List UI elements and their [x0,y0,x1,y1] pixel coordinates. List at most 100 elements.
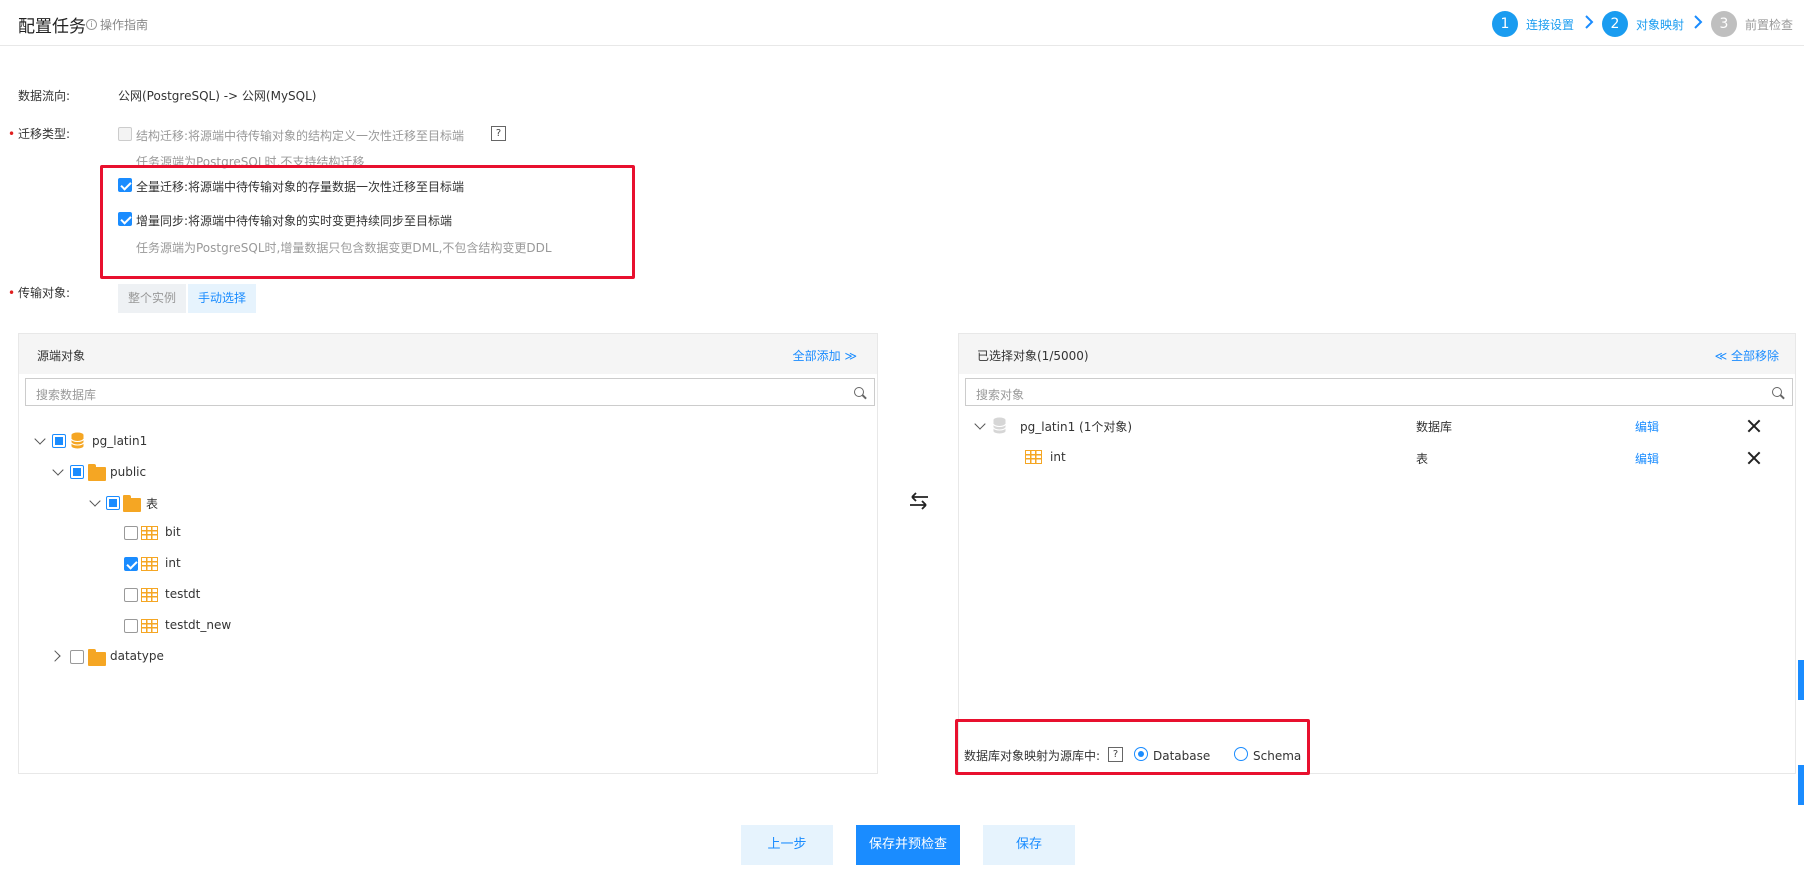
page-title: 配置任务 [18,17,86,37]
panel-header: 已选择对象(1/5000) ≪ 全部移除 [959,334,1795,374]
chevron-right-icon [1694,15,1703,29]
chevron-down-icon[interactable] [34,433,46,445]
add-all-label: 全部添加 [792,349,841,363]
tree-table-label[interactable]: bit [165,525,181,539]
step-connection-settings[interactable]: 1 连接设置 [1492,11,1574,37]
remove-all-button[interactable]: ≪ 全部移除 [1715,347,1779,364]
save-button[interactable]: 保存 [983,825,1075,865]
selected-db-name: pg_latin1 (1个对象) [1020,420,1133,434]
tables-group-checkbox[interactable] [106,496,120,510]
edit-link[interactable]: 编辑 [1635,450,1659,467]
structure-migration-label: 结构迁移:将源端中待传输对象的结构定义一次性迁移至目标端 [136,129,465,143]
migration-type-label: 迁移类型: [18,127,71,141]
tree-schema-label[interactable]: datatype [110,649,164,663]
close-icon[interactable] [1747,419,1761,433]
full-migration-checkbox[interactable] [118,178,132,192]
table-icon [141,557,158,571]
chevron-down-icon[interactable] [52,464,64,476]
data-flow-value: 公网(PostgreSQL) -> 公网(MySQL) [118,89,317,103]
search-icon [1772,387,1782,397]
double-chevron-right-icon: ≫ [844,349,857,363]
database-radio-label: Database [1153,749,1211,763]
search-placeholder: 搜索数据库 [36,388,97,402]
search-placeholder: 搜索对象 [976,388,1025,402]
schema-radio[interactable] [1234,747,1248,761]
schema-radio-label: Schema [1253,749,1302,763]
step-precheck[interactable]: 3 前置检查 [1711,11,1793,37]
tree-table-label[interactable]: testdt_new [165,618,231,632]
table-checkbox[interactable] [124,619,138,633]
remove-all-label: 全部移除 [1730,349,1779,363]
help-icon[interactable]: ? [491,126,506,141]
database-icon [993,417,1006,434]
database-radio[interactable] [1134,747,1148,761]
table-icon [1025,450,1042,464]
tree-db-label[interactable]: pg_latin1 [92,434,147,448]
source-search-input[interactable]: 搜索数据库 [25,378,875,406]
manual-select-button[interactable]: 手动选择 [188,284,257,313]
step-number: 2 [1602,11,1628,37]
data-flow-label: 数据流向: [18,89,71,103]
db-checkbox[interactable] [52,434,66,448]
tree-table-label[interactable]: int [165,556,181,570]
double-chevron-left-icon: ≪ [1714,349,1728,363]
chevron-down-icon[interactable] [974,418,986,430]
add-all-button[interactable]: 全部添加 ≫ [793,347,857,364]
tree-schema-label[interactable]: public [110,465,146,479]
panel-header: 源端对象 全部添加 ≫ [19,334,877,374]
side-scroll-tab[interactable] [1798,660,1804,700]
operation-guide-link[interactable]: i 操作指南 [86,16,148,33]
step-label: 对象映射 [1636,17,1685,32]
previous-step-button[interactable]: 上一步 [741,825,833,865]
selected-table-name: int [1050,450,1066,464]
selected-objects-panel: 已选择对象(1/5000) ≪ 全部移除 搜索对象 pg_latin1 (1个对… [958,333,1796,774]
database-icon [71,432,84,449]
help-icon[interactable]: ? [1108,747,1123,762]
transfer-object-label: 传输对象: [18,286,71,300]
chevron-down-icon[interactable] [89,495,101,507]
required-mark: • [8,127,16,141]
selected-db-type: 数据库 [1416,420,1453,434]
step-label: 连接设置 [1526,17,1575,32]
chevron-right-icon [1585,15,1594,29]
side-scroll-tab[interactable] [1798,765,1804,805]
required-mark: • [8,286,16,300]
folder-icon [88,464,106,481]
table-checkbox[interactable] [124,557,138,571]
step-object-mapping[interactable]: 2 对象映射 [1602,11,1684,37]
info-icon: i [86,19,97,30]
structure-migration-checkbox[interactable] [118,127,132,141]
incremental-sync-checkbox[interactable] [118,212,132,226]
swap-arrows-icon[interactable] [908,491,930,511]
folder-icon [88,649,106,666]
incremental-sync-label: 增量同步:将源端中待传输对象的实时变更持续同步至目标端 [136,214,453,228]
target-search-input[interactable]: 搜索对象 [965,378,1793,406]
operation-guide-label: 操作指南 [100,18,149,32]
step-label: 前置检查 [1745,17,1794,32]
schema-checkbox[interactable] [70,465,84,479]
full-migration-label: 全量迁移:将源端中待传输对象的存量数据一次性迁移至目标端 [136,180,465,194]
step-number: 1 [1492,11,1518,37]
table-icon [141,588,158,602]
source-objects-panel: 源端对象 全部添加 ≫ 搜索数据库 pg_latin1 public 表 bit… [18,333,878,774]
whole-instance-button[interactable]: 整个实例 [118,284,187,313]
edit-link[interactable]: 编辑 [1635,418,1659,435]
close-icon[interactable] [1747,451,1761,465]
save-and-precheck-button[interactable]: 保存并预检查 [856,825,960,865]
tree-group-label[interactable]: 表 [146,495,158,512]
table-checkbox[interactable] [124,588,138,602]
top-bar: 配置任务 i 操作指南 1 连接设置 2 对象映射 3 前置检查 [0,0,1804,46]
panel-title: 源端对象 [37,349,86,363]
table-icon [141,526,158,540]
search-icon [854,387,864,397]
schema-checkbox[interactable] [70,650,84,664]
selected-table-type: 表 [1416,452,1429,466]
table-icon [141,619,158,633]
chevron-right-icon[interactable] [49,650,61,662]
panel-title: 已选择对象(1/5000) [977,349,1089,363]
step-number: 3 [1711,11,1737,37]
mapping-label: 数据库对象映射为源库中: [964,749,1101,763]
incremental-sync-hint: 任务源端为PostgreSQL时,增量数据只包含数据变更DML,不包含结构变更D… [136,241,552,255]
table-checkbox[interactable] [124,526,138,540]
tree-table-label[interactable]: testdt [165,587,200,601]
